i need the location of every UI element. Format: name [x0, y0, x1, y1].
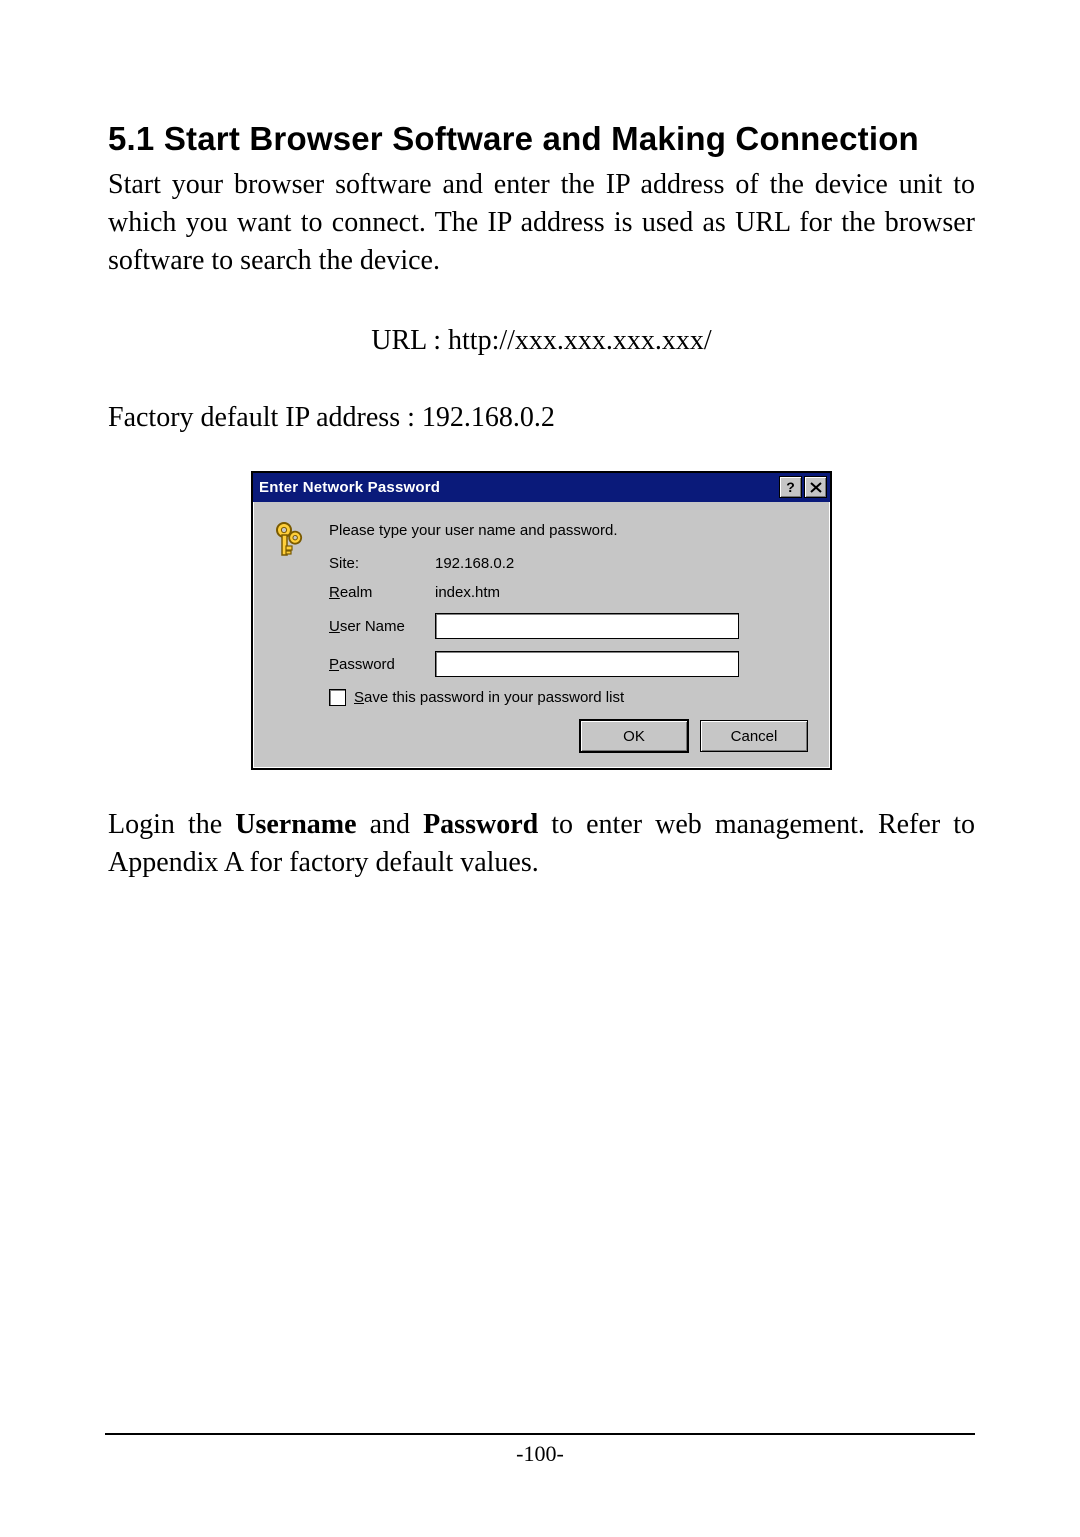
site-label: Site: [329, 555, 435, 572]
close-button[interactable] [804, 476, 827, 498]
document-page: 5.1 Start Browser Software and Making Co… [0, 0, 1080, 1537]
dialog-title: Enter Network Password [259, 479, 440, 496]
dialog-body: Please type your user name and password.… [253, 502, 830, 768]
url-example: URL : http://xxx.xxx.xxx.xxx/ [108, 325, 975, 357]
cancel-button[interactable]: Cancel [700, 720, 808, 752]
realm-value: index.htm [435, 584, 500, 601]
titlebar-buttons: ? [779, 476, 827, 498]
help-button-label: ? [786, 480, 795, 494]
password-input[interactable] [435, 651, 739, 677]
username-input[interactable] [435, 613, 739, 639]
help-button[interactable]: ? [779, 476, 802, 498]
password-row: Password [329, 651, 812, 677]
username-label: User Name [329, 618, 435, 635]
dialog-instruction: Please type your user name and password. [329, 522, 812, 539]
site-row: Site: 192.168.0.2 [329, 555, 812, 572]
login-note: Login the Username and Password to enter… [108, 806, 975, 882]
page-footer: -100- [105, 1433, 975, 1467]
save-password-row: Save this password in your password list [329, 689, 812, 706]
site-value: 192.168.0.2 [435, 555, 514, 572]
page-number: -100- [105, 1441, 975, 1467]
save-password-label: Save this password in your password list [354, 689, 624, 706]
realm-row: Realm index.htm [329, 584, 812, 601]
realm-label: Realm [329, 584, 435, 601]
dialog-button-row: OK Cancel [329, 720, 812, 752]
ok-button-label: OK [623, 728, 645, 745]
password-label: Password [329, 656, 435, 673]
username-row: User Name [329, 613, 812, 639]
ok-button[interactable]: OK [580, 720, 688, 752]
section-heading: 5.1 Start Browser Software and Making Co… [108, 120, 975, 158]
default-ip-paragraph: Factory default IP address : 192.168.0.2 [108, 399, 975, 437]
save-password-checkbox[interactable] [329, 689, 346, 706]
footer-rule [105, 1433, 975, 1435]
keys-icon [271, 520, 311, 568]
close-icon [810, 482, 822, 493]
dialog-figure: Enter Network Password ? [108, 471, 975, 770]
dialog-titlebar: Enter Network Password ? [253, 473, 830, 502]
password-dialog: Enter Network Password ? [251, 471, 832, 770]
intro-paragraph: Start your browser software and enter th… [108, 166, 975, 279]
cancel-button-label: Cancel [731, 728, 778, 745]
